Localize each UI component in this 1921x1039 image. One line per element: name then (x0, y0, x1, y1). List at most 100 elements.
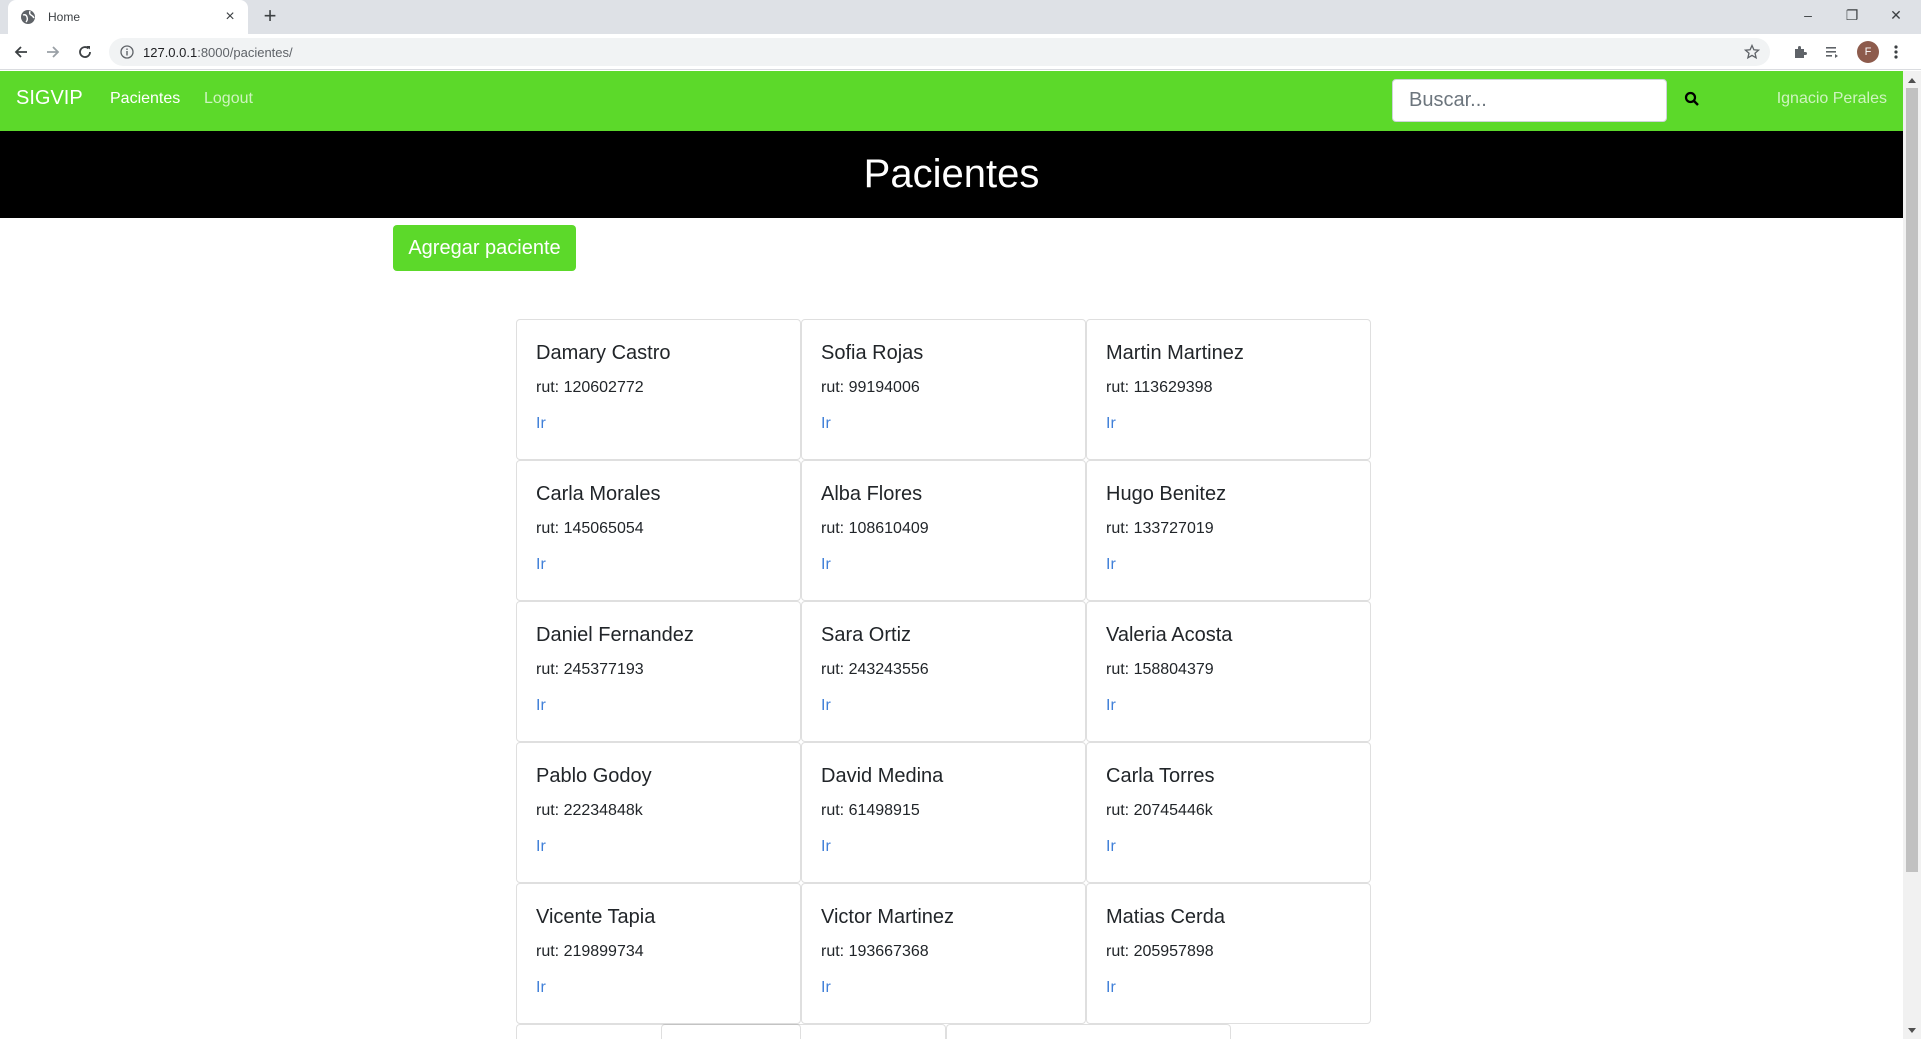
patient-card: Daniel Fernandez rut: 245377193 Ir (516, 601, 801, 742)
patient-card: Valeria Acosta rut: 158804379 Ir (1086, 601, 1371, 742)
scroll-up-arrow-icon[interactable] (1903, 71, 1921, 88)
patient-name: Valeria Acosta (1106, 624, 1233, 646)
search-icon (1684, 91, 1700, 112)
patient-name: Vicente Tapia (536, 906, 656, 928)
page-viewport: SIGVIP Pacientes Logout Ignacio Perales … (0, 71, 1903, 1039)
patient-rut: rut: 20745446k (1106, 802, 1213, 819)
patient-rut: rut: 193667368 (821, 943, 929, 960)
patient-rut: rut: 243243556 (821, 661, 929, 678)
forward-icon[interactable] (41, 40, 65, 64)
patient-go-link[interactable]: Ir (821, 556, 831, 574)
patient-go-link[interactable]: Ir (821, 979, 831, 997)
search-input[interactable] (1392, 79, 1667, 122)
profile-avatar[interactable]: F (1857, 41, 1879, 63)
patient-card: Carla Morales rut: 145065054 Ir (516, 460, 801, 601)
scroll-down-arrow-icon[interactable] (1903, 1022, 1921, 1039)
address-bar[interactable]: 127.0.0.1:8000/pacientes/ (109, 38, 1770, 66)
patient-name: David Medina (821, 765, 944, 787)
url-path: :8000/pacientes/ (197, 44, 293, 60)
patient-rut: rut: 245377193 (536, 661, 644, 678)
site-info-icon[interactable] (119, 44, 135, 60)
restore-button[interactable]: ❐ (1829, 0, 1875, 30)
patient-card: Damary Castro rut: 120602772 Ir (516, 319, 801, 460)
patient-go-link[interactable]: Ir (1106, 979, 1116, 997)
brand-link[interactable]: SIGVIP (16, 87, 83, 110)
url-text: 127.0.0.1:8000/pacientes/ (143, 45, 293, 60)
page-header: Pacientes (0, 131, 1903, 218)
patient-rut: rut: 219899734 (536, 943, 644, 960)
kebab-menu-icon[interactable] (1886, 42, 1906, 62)
back-icon[interactable] (9, 40, 33, 64)
nav-link-logout[interactable]: Logout (204, 90, 253, 108)
globe-icon (20, 9, 36, 25)
browser-toolbar: 127.0.0.1:8000/pacientes/ (0, 34, 1921, 70)
patient-name: Victor Martinez (821, 906, 955, 928)
patient-rut: rut: 145065054 (536, 520, 644, 537)
patient-go-link[interactable]: Ir (821, 415, 831, 433)
patient-card: Pablo Godoy rut: 22234848k Ir (516, 742, 801, 883)
top-navbar: SIGVIP Pacientes Logout Ignacio Perales (0, 71, 1903, 131)
minimize-button[interactable]: – (1785, 0, 1831, 30)
next-row-cards (516, 1024, 1371, 1039)
patient-rut: rut: 99194006 (821, 379, 920, 396)
patient-name: Sara Ortiz (821, 624, 912, 646)
patient-name: Martin Martinez (1106, 342, 1244, 364)
patient-name: Hugo Benitez (1106, 483, 1227, 505)
patient-rut: rut: 113629398 (1106, 379, 1213, 396)
browser-tabstrip: Home × + – ❐ ✕ (0, 0, 1921, 34)
nav-link-pacientes[interactable]: Pacientes (110, 90, 180, 108)
patient-go-link[interactable]: Ir (1106, 697, 1116, 715)
patient-card: Alba Flores rut: 108610409 Ir (801, 460, 1086, 601)
partial-card (946, 1024, 1231, 1039)
patient-name: Damary Castro (536, 342, 671, 364)
extensions-puzzle-icon[interactable] (1790, 42, 1810, 62)
partial-card (661, 1024, 946, 1039)
patient-name: Carla Morales (536, 483, 661, 505)
patient-go-link[interactable]: Ir (1106, 838, 1116, 856)
patient-card: Matias Cerda rut: 205957898 Ir (1086, 883, 1371, 1024)
tab-close-icon[interactable]: × (222, 9, 238, 25)
patient-name: Daniel Fernandez (536, 624, 694, 646)
patient-go-link[interactable]: Ir (536, 697, 546, 715)
patient-go-link[interactable]: Ir (1106, 556, 1116, 574)
search-button[interactable] (1678, 87, 1706, 115)
patient-go-link[interactable]: Ir (536, 838, 546, 856)
add-patient-button[interactable]: Agregar paciente (393, 225, 576, 271)
patient-go-link[interactable]: Ir (821, 838, 831, 856)
patient-name: Matias Cerda (1106, 906, 1225, 928)
tab-title: Home (48, 10, 81, 24)
patient-card: Martin Martinez rut: 113629398 Ir (1086, 319, 1371, 460)
patient-name: Sofia Rojas (821, 342, 924, 364)
patient-rut: rut: 61498915 (821, 802, 920, 819)
patient-go-link[interactable]: Ir (536, 556, 546, 574)
reading-list-icon[interactable] (1822, 42, 1842, 62)
url-host: 127.0.0.1 (143, 44, 198, 60)
browser-tab[interactable]: Home × (8, 0, 248, 34)
patient-rut: rut: 108610409 (821, 520, 929, 537)
patient-card: Sofia Rojas rut: 99194006 Ir (801, 319, 1086, 460)
scrollbar-thumb[interactable] (1906, 88, 1918, 872)
patient-card: Hugo Benitez rut: 133727019 Ir (1086, 460, 1371, 601)
patient-name: Pablo Godoy (536, 765, 652, 787)
patient-go-link[interactable]: Ir (536, 979, 546, 997)
patient-card: Victor Martinez rut: 193667368 Ir (801, 883, 1086, 1024)
patient-rut: rut: 120602772 (536, 379, 644, 396)
page-scrollbar[interactable] (1903, 71, 1921, 1039)
patient-go-link[interactable]: Ir (536, 415, 546, 433)
patient-card: Vicente Tapia rut: 219899734 Ir (516, 883, 801, 1024)
user-name-link[interactable]: Ignacio Perales (1777, 90, 1887, 108)
patient-rut: rut: 158804379 (1106, 661, 1214, 678)
bookmark-star-icon[interactable] (1743, 43, 1761, 60)
close-window-button[interactable]: ✕ (1873, 0, 1919, 30)
patient-card: Carla Torres rut: 20745446k Ir (1086, 742, 1371, 883)
page-title: Pacientes (863, 152, 1040, 196)
patient-rut: rut: 22234848k (536, 802, 643, 819)
patient-name: Alba Flores (821, 483, 923, 505)
patient-name: Carla Torres (1106, 765, 1215, 787)
patient-card-grid: Damary Castro rut: 120602772 Ir Sofia Rojas… (516, 319, 1371, 1024)
patient-go-link[interactable]: Ir (821, 697, 831, 715)
new-tab-button[interactable]: + (258, 5, 282, 29)
reload-icon[interactable] (73, 40, 97, 64)
patient-go-link[interactable]: Ir (1106, 415, 1116, 433)
patient-rut: rut: 205957898 (1106, 943, 1214, 960)
